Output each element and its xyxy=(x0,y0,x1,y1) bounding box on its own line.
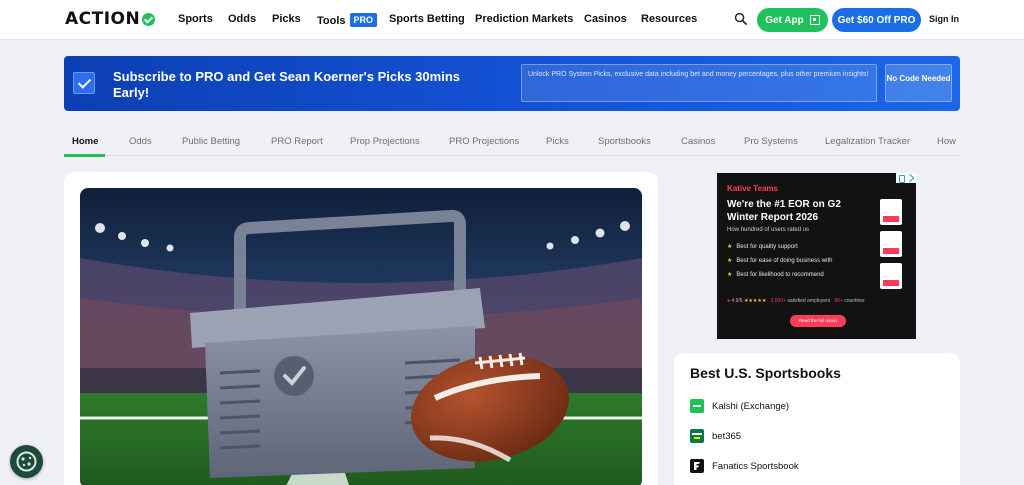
tab-pro-report[interactable]: PRO Report xyxy=(271,136,323,147)
tab-pro-projections[interactable]: PRO Projections xyxy=(449,136,519,147)
qr-code-icon xyxy=(809,15,820,25)
advertisement[interactable]: Kative Teams We're the #1 EOR on G2 Wint… xyxy=(717,173,916,339)
ad-countries-label: countries xyxy=(844,298,865,304)
g2-badge-icon xyxy=(880,199,902,225)
banner-title: Subscribe to PRO and Get Sean Koerner's … xyxy=(113,69,460,100)
ad-point: ★ Best for likelihood to recommend xyxy=(727,271,824,278)
tab-odds[interactable]: Odds xyxy=(129,136,152,147)
tab-legalization-tracker[interactable]: Legalization Tracker xyxy=(825,136,910,147)
nav-tools-label: Tools xyxy=(317,15,346,27)
tab-sportsbooks[interactable]: Sportsbooks xyxy=(598,136,651,147)
ad-brand: Kative Teams xyxy=(727,184,778,193)
ad-point-label: Best for ease of doing business with xyxy=(736,258,833,264)
sportsbook-item[interactable]: Fanatics Sportsbook xyxy=(690,458,799,474)
adchoices-icon[interactable] xyxy=(896,173,916,183)
ad-cta-button[interactable]: Read the full report xyxy=(790,315,846,327)
nav-casinos[interactable]: Casinos xyxy=(584,13,627,25)
action-logo[interactable]: ACTION xyxy=(65,9,156,29)
ad-subline: How hundred of users rated us xyxy=(727,227,810,233)
rating-stars: ★★★★★ xyxy=(743,298,767,304)
tab-public-betting[interactable]: Public Betting xyxy=(182,136,240,147)
nav-sports-betting[interactable]: Sports Betting xyxy=(389,13,465,25)
cookie-settings-button[interactable] xyxy=(10,445,43,478)
pro-subscribe-banner[interactable]: Subscribe to PRO and Get Sean Koerner's … xyxy=(64,56,960,111)
checkbox-icon xyxy=(73,72,95,94)
ad-countries: 60+ xyxy=(834,298,843,304)
checkmark-icon xyxy=(142,12,156,26)
get-app-label: Get App xyxy=(765,14,804,26)
hero-image[interactable] xyxy=(80,188,642,485)
ad-headline: We're the #1 EOR on G2 Winter Report 202… xyxy=(727,199,841,223)
tab-prop-projections[interactable]: Prop Projections xyxy=(350,136,420,147)
ad-stats: ● 4.9/5 ★★★★★ 3,000+ satisfied employers… xyxy=(727,298,865,304)
banner-description: Unlock PRO System Picks, exclusive data … xyxy=(521,64,877,102)
g2-badge-icon xyxy=(880,231,902,257)
tab-home[interactable]: Home xyxy=(72,136,98,147)
star-icon: ★ xyxy=(727,258,733,264)
cookie-icon xyxy=(16,451,37,472)
ad-point: ★ Best for ease of doing business with xyxy=(727,257,832,264)
no-code-needed-button[interactable]: No Code Needed xyxy=(885,64,952,102)
ad-point-label: Best for quality support xyxy=(736,244,798,250)
pro-badge: PRO xyxy=(349,13,378,27)
g2-icon: ● xyxy=(727,298,731,304)
ad-point-label: Best for likelihood to recommend xyxy=(736,272,824,278)
nav-picks[interactable]: Picks xyxy=(272,13,301,25)
ad-employers-label: satisfied employers xyxy=(787,298,831,304)
sportsbook-name: Fanatics Sportsbook xyxy=(712,460,799,472)
ad-employers: 3,000+ xyxy=(770,298,786,304)
sportsbook-item[interactable]: bet365 xyxy=(690,428,741,444)
nav-tools[interactable]: Tools PRO xyxy=(317,13,378,27)
sportsbook-item[interactable]: Kalshi (Exchange) xyxy=(690,398,789,414)
active-tab-indicator xyxy=(64,154,105,157)
get-app-button[interactable]: Get App xyxy=(757,8,828,32)
nav-resources[interactable]: Resources xyxy=(641,13,697,25)
logo-text: ACTION xyxy=(65,9,141,29)
ad-point: ★ Best for quality support xyxy=(727,243,798,250)
ad-rating: 4.9/5 xyxy=(731,298,743,304)
fanatics-logo-icon xyxy=(690,459,704,473)
sportsbooks-title: Best U.S. Sportsbooks xyxy=(690,365,841,381)
search-icon[interactable] xyxy=(734,12,747,25)
g2-badge-icon xyxy=(880,263,902,289)
tab-pro-systems[interactable]: Pro Systems xyxy=(744,136,798,147)
nav-sports[interactable]: Sports xyxy=(178,13,213,25)
bet365-logo-icon xyxy=(690,429,704,443)
sign-in-link[interactable]: Sign In xyxy=(929,14,959,24)
tab-casinos[interactable]: Casinos xyxy=(681,136,715,147)
kalshi-logo-icon xyxy=(690,399,704,413)
get-offer-button[interactable]: Get $60 Off PRO xyxy=(832,8,921,32)
nav-prediction-markets[interactable]: Prediction Markets xyxy=(475,13,573,25)
section-tabs: Home Odds Public Betting PRO Report Prop… xyxy=(64,128,960,156)
sportsbook-name: Kalshi (Exchange) xyxy=(712,400,790,412)
tab-how[interactable]: How xyxy=(937,136,956,147)
sportsbook-name: bet365 xyxy=(712,430,742,442)
nav-odds[interactable]: Odds xyxy=(228,13,256,25)
tab-picks[interactable]: Picks xyxy=(546,136,569,147)
star-icon: ★ xyxy=(727,272,733,278)
top-navigation: ACTION Sports Odds Picks Tools PRO Sports… xyxy=(0,0,1024,40)
star-icon: ★ xyxy=(727,244,733,250)
